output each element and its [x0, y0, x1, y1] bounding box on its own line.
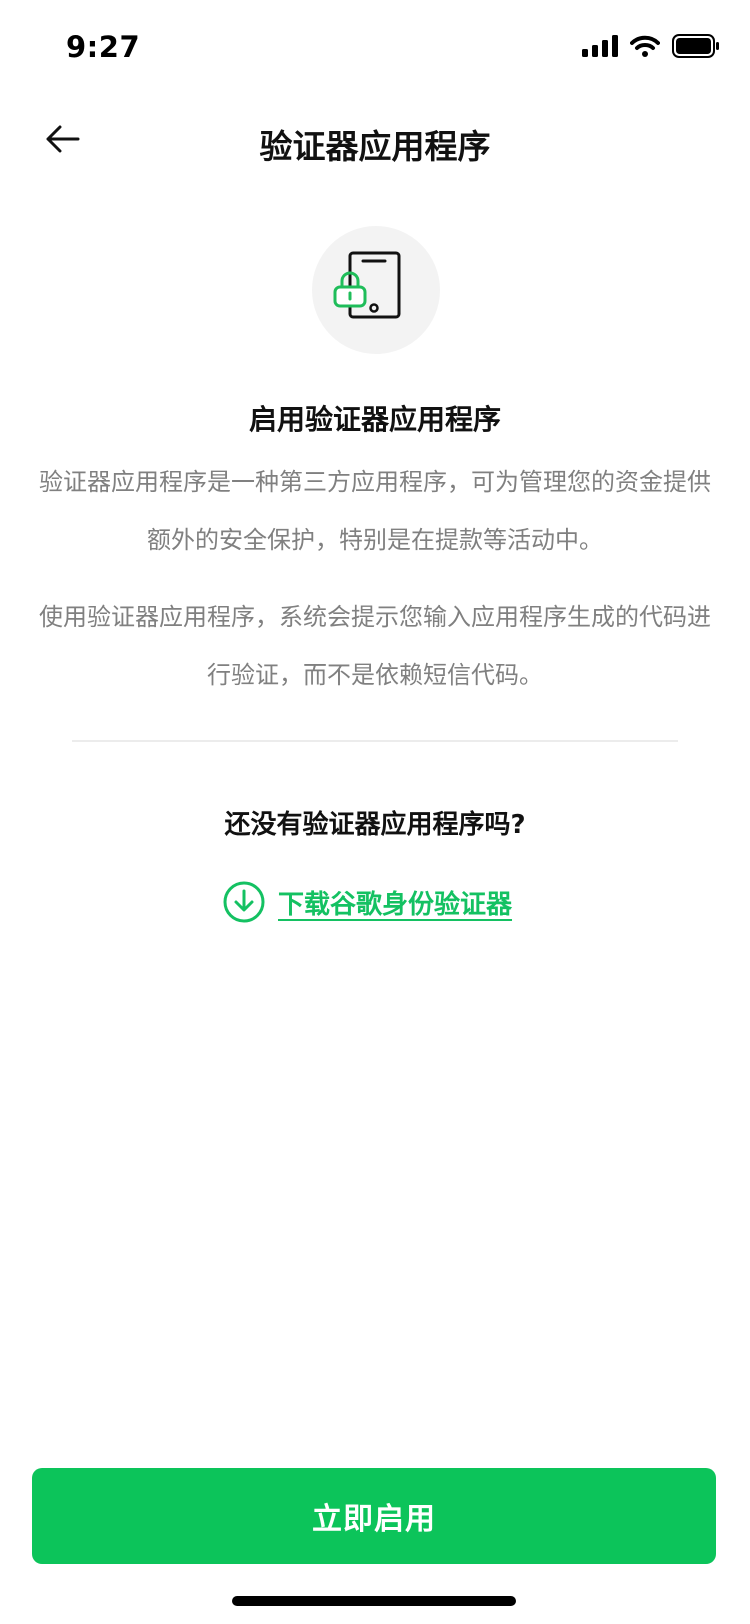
status-bar: 9:27: [0, 0, 750, 96]
download-authenticator-link[interactable]: 下载谷歌身份验证器: [222, 880, 512, 924]
description-paragraph-2: 使用验证器应用程序，系统会提示您输入应用程序生成的代码进行验证，而不是依赖短信代…: [39, 603, 711, 689]
phone-lock-icon: [333, 251, 401, 319]
status-icons: [582, 34, 720, 62]
description-paragraph-1: 验证器应用程序是一种第三方应用程序，可为管理您的资金提供额外的安全保护，特别是在…: [39, 468, 711, 554]
hero-icon-container: [312, 226, 440, 354]
download-question: 还没有验证器应用程序吗?: [224, 810, 526, 840]
nav-bar: 验证器应用程序: [0, 96, 750, 192]
download-circle-icon: [223, 881, 265, 923]
wifi-icon: [630, 35, 660, 61]
enable-now-button[interactable]: 立即启用: [32, 1468, 716, 1564]
status-time: 9:27: [66, 30, 141, 64]
download-link-label[interactable]: 下载谷歌身份验证器: [278, 884, 512, 921]
home-indicator: [232, 1596, 516, 1606]
battery-icon: [672, 34, 720, 62]
signal-icon: [582, 35, 618, 61]
page-title: 验证器应用程序: [259, 127, 491, 166]
section-title: 启用验证器应用程序: [248, 403, 501, 436]
divider: [72, 740, 678, 742]
